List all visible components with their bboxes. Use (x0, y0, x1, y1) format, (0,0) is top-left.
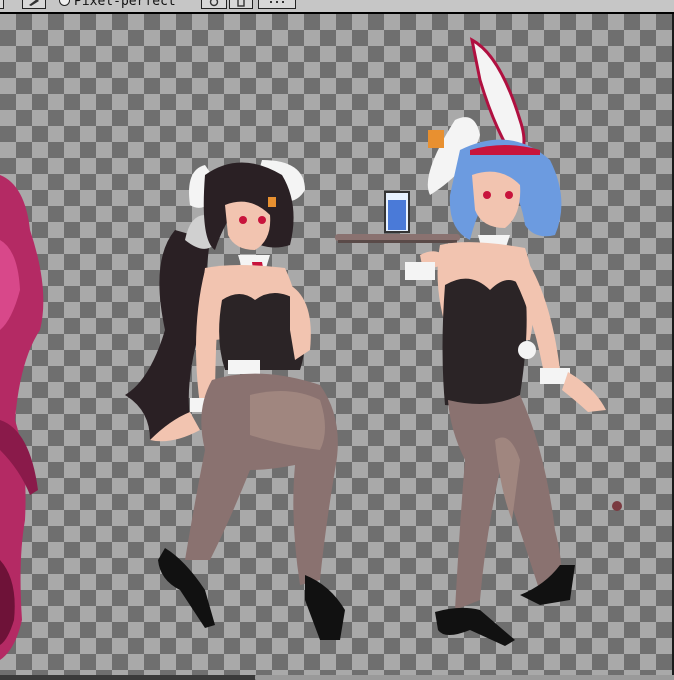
standing-bunny-character (405, 37, 622, 646)
pixel-perfect-checkbox[interactable] (59, 0, 70, 6)
seated-bunny-character (125, 160, 345, 640)
tool-button-left[interactable] (0, 0, 4, 9)
toolbar: Pixel-perfect (0, 0, 674, 14)
more-options-button[interactable] (258, 0, 296, 9)
editor-window: Pixel-perfect (0, 0, 674, 680)
option-button-2[interactable] (229, 0, 253, 9)
drink-tray (335, 191, 460, 243)
brush-icon[interactable] (22, 0, 46, 9)
left-edge-figure (0, 175, 44, 660)
horizontal-scrollbar[interactable] (0, 675, 674, 680)
scrollbar-thumb[interactable] (255, 675, 674, 680)
option-button-1[interactable] (201, 0, 227, 9)
pixel-perfect-label: Pixel-perfect (74, 0, 176, 9)
sprite-artwork (0, 37, 622, 660)
sprite-canvas[interactable] (0, 14, 674, 675)
